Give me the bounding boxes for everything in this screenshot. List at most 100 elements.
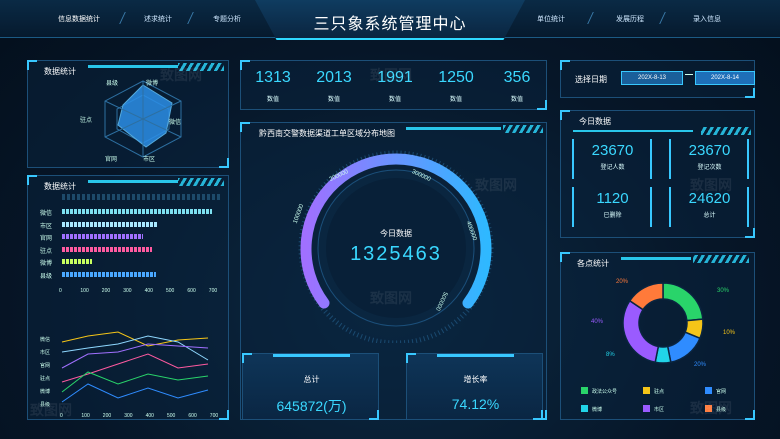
donut-slice [622, 299, 660, 364]
stat-label: 数值 [388, 97, 401, 103]
radar-label: 市区 [143, 157, 156, 163]
donut-label: 30% [717, 288, 730, 294]
axis-tick-label: 200 [101, 288, 111, 294]
start-date-picker[interactable]: 202X-8-13 [621, 71, 683, 85]
donut-label: 20% [616, 279, 629, 285]
axis-tick-label: 600 [188, 413, 197, 419]
nav-item-unit-stats[interactable]: 单位统计 [516, 14, 586, 24]
panel-title: 数据统计 [44, 182, 76, 191]
line-label: 微博 [40, 389, 51, 395]
panel-title: 各点统计 [577, 259, 609, 268]
bar-label: 市区 [40, 223, 53, 230]
watermark: 致图网 [690, 177, 732, 193]
panel-title: 数据统计 [44, 67, 76, 76]
bar-label: 微信 [40, 211, 53, 217]
today-label: 总计 [703, 213, 716, 219]
line-label: 驻点 [40, 376, 51, 382]
today-label: 登记人数 [600, 165, 625, 171]
title-underline [621, 257, 691, 260]
end-date-picker[interactable]: 202X-8-14 [695, 71, 755, 85]
line-label: 市区 [40, 350, 51, 356]
card-accent [437, 354, 514, 357]
date-panel: 选择日期 202X-8-13 202X-8-14 [560, 60, 755, 98]
radar-label: 驻点 [80, 118, 93, 124]
watermark: 致图网 [690, 400, 732, 416]
bar-line-panel: 数据统计 微信 市区 官网 驻点 微博 县级 0 100 200 300 400 500 600 700… [27, 175, 229, 420]
legend-label: 微博 [592, 407, 603, 413]
watermark: 致图网 [370, 290, 412, 306]
axis-tick-label: 300 [124, 413, 133, 419]
donut-label: 10% [723, 330, 736, 336]
legend-swatch [581, 387, 588, 394]
total-card: 总计 645872(万) [242, 353, 379, 420]
growth-label: 增长率 [463, 375, 488, 384]
legend-swatch [643, 405, 650, 412]
axis-tick-label: 400 [144, 288, 153, 294]
radar-label: 微信 [169, 120, 182, 126]
bar [62, 246, 152, 252]
legend-label: 政法公众号 [592, 389, 618, 395]
growth-value: 74.12% [451, 396, 500, 412]
nav-item-request-stats[interactable]: 述求统计 [123, 14, 193, 24]
today-value: 1120 [596, 190, 629, 207]
radar-label: 官网 [105, 157, 118, 163]
title-underline [406, 127, 501, 130]
panel-title: 今日数据 [579, 117, 611, 126]
bar-label: 驻点 [40, 248, 53, 255]
radar-chart [104, 80, 182, 158]
axis-tick-label: 500 [166, 288, 175, 294]
legend-swatch [581, 405, 588, 412]
legend-label: 驻点 [654, 389, 665, 395]
gauge-value: 1325463 [350, 243, 442, 265]
donut-slice [666, 331, 701, 364]
stat-label: 数值 [327, 97, 340, 103]
total-label: 总计 [303, 375, 320, 384]
axis-tick-label: 0 [59, 288, 62, 294]
donut-slice [662, 282, 704, 322]
donut-chart [622, 282, 704, 364]
growth-card: 增长率 74.12% [406, 353, 543, 420]
watermark: 致图网 [160, 67, 202, 83]
bar [62, 271, 157, 277]
bar [62, 259, 92, 264]
axis-tick-label: 600 [187, 288, 196, 294]
bar-label: 县级 [40, 273, 53, 280]
nav-item-info-stats[interactable]: 信息数据统计 [44, 14, 114, 24]
stat-label: 数值 [449, 97, 462, 103]
bar [62, 221, 159, 227]
stat-value: 1250 [438, 69, 474, 86]
watermark: 致图网 [475, 177, 517, 193]
today-label: 登记次数 [697, 165, 722, 171]
line-chart [61, 331, 209, 403]
card-accent [273, 354, 350, 357]
axis-tick-label: 500 [167, 413, 176, 419]
nav-item-data-entry[interactable]: 录入信息 [672, 14, 742, 24]
date-separator [685, 74, 693, 75]
nav-item-topic-analysis[interactable]: 专题分析 [192, 14, 262, 24]
nav-item-history[interactable]: 发展历程 [595, 14, 665, 24]
axis-tick-label: 200 [102, 413, 112, 419]
stat-value: 1313 [255, 69, 291, 86]
bar-label: 微博 [40, 261, 53, 267]
legend-swatch [705, 387, 712, 394]
title-underline [573, 130, 693, 132]
header-bar: 三只象系统管理中心 信息数据统计 述求统计 专题分析 单位统计 发展历程 录入信… [0, 0, 780, 40]
gauge-title: 今日数据 [380, 229, 412, 238]
title-underline [88, 180, 178, 183]
axis-tick-label: 100 [81, 413, 90, 419]
watermark: 致图网 [370, 67, 412, 83]
today-value: 23670 [688, 142, 731, 159]
bar [62, 234, 144, 239]
points-panel: 各点统计 30% 10% 20% 8% 40% 20% 政法公众号 驻点 官网 微博 市… [560, 252, 755, 420]
today-value: 23670 [591, 142, 634, 159]
bar [62, 209, 212, 214]
title-stripes [701, 127, 751, 135]
page-title: 三只象系统管理中心 [313, 16, 467, 33]
legend-label: 市区 [654, 407, 665, 413]
title-stripes [503, 125, 543, 133]
stat-value: 356 [503, 69, 531, 86]
stat-label: 数值 [510, 97, 523, 103]
legend-swatch [643, 387, 650, 394]
axis-tick-label: 700 [208, 288, 218, 294]
